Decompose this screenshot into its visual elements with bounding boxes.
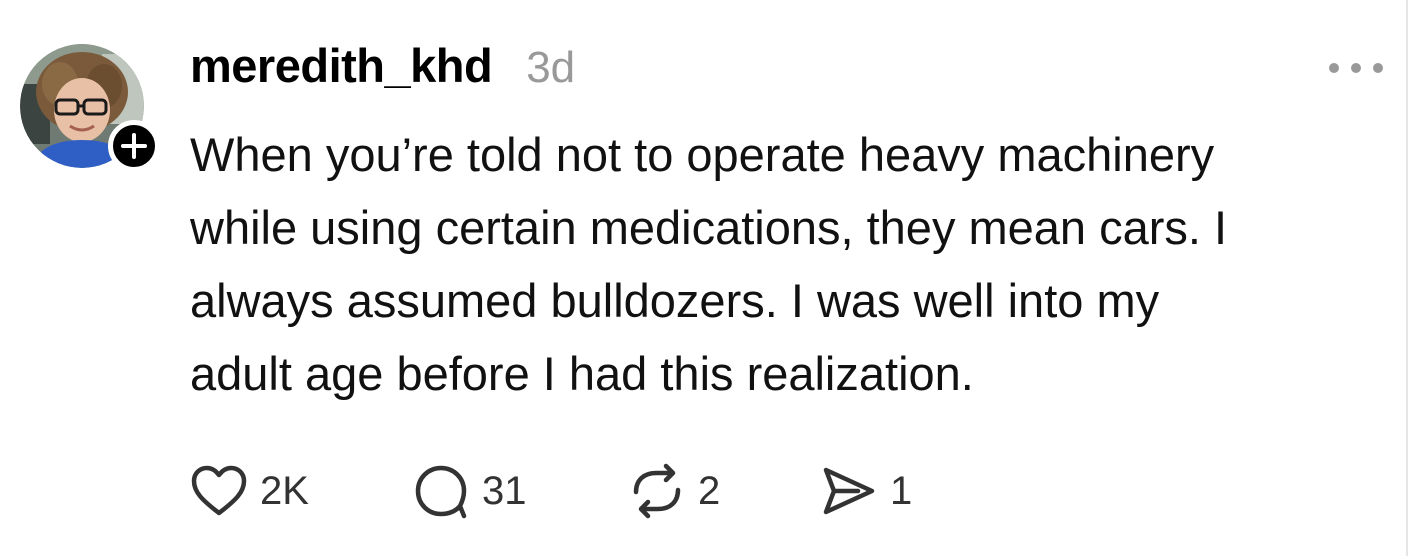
more-options-button[interactable] [1322, 52, 1390, 84]
share-count: 1 [890, 468, 913, 513]
like-button[interactable]: 2K [190, 460, 309, 522]
send-icon [823, 467, 875, 515]
username[interactable]: meredith_khd [190, 38, 493, 93]
repost-button[interactable]: 2 [628, 460, 720, 522]
avatar-container [20, 44, 160, 174]
post-text: When you’re told not to operate heavy ma… [190, 118, 1385, 410]
share-button[interactable]: 1 [820, 460, 912, 522]
post-text-line: while using certain medications, they me… [190, 201, 1228, 254]
more-horizontal-icon [1329, 63, 1383, 73]
post-text-line: When you’re told not to operate heavy ma… [190, 128, 1215, 181]
reply-count: 31 [482, 468, 527, 513]
like-count: 2K [260, 468, 309, 513]
reply-button[interactable]: 31 [412, 460, 527, 522]
repost-count: 2 [698, 468, 721, 513]
heart-icon [191, 465, 247, 516]
timestamp: 3d [526, 43, 576, 92]
post-text-line: adult age before I had this realization. [190, 347, 974, 400]
repost-icon [633, 463, 681, 519]
post-text-line: always assumed bulldozers. I was well in… [190, 274, 1160, 327]
comment-icon [415, 465, 467, 519]
plus-icon [121, 133, 147, 159]
post-header: meredith_khd 3d [190, 38, 575, 98]
follow-button[interactable] [108, 120, 160, 172]
thread-post: meredith_khd 3d When you’re told not to … [0, 0, 1408, 556]
